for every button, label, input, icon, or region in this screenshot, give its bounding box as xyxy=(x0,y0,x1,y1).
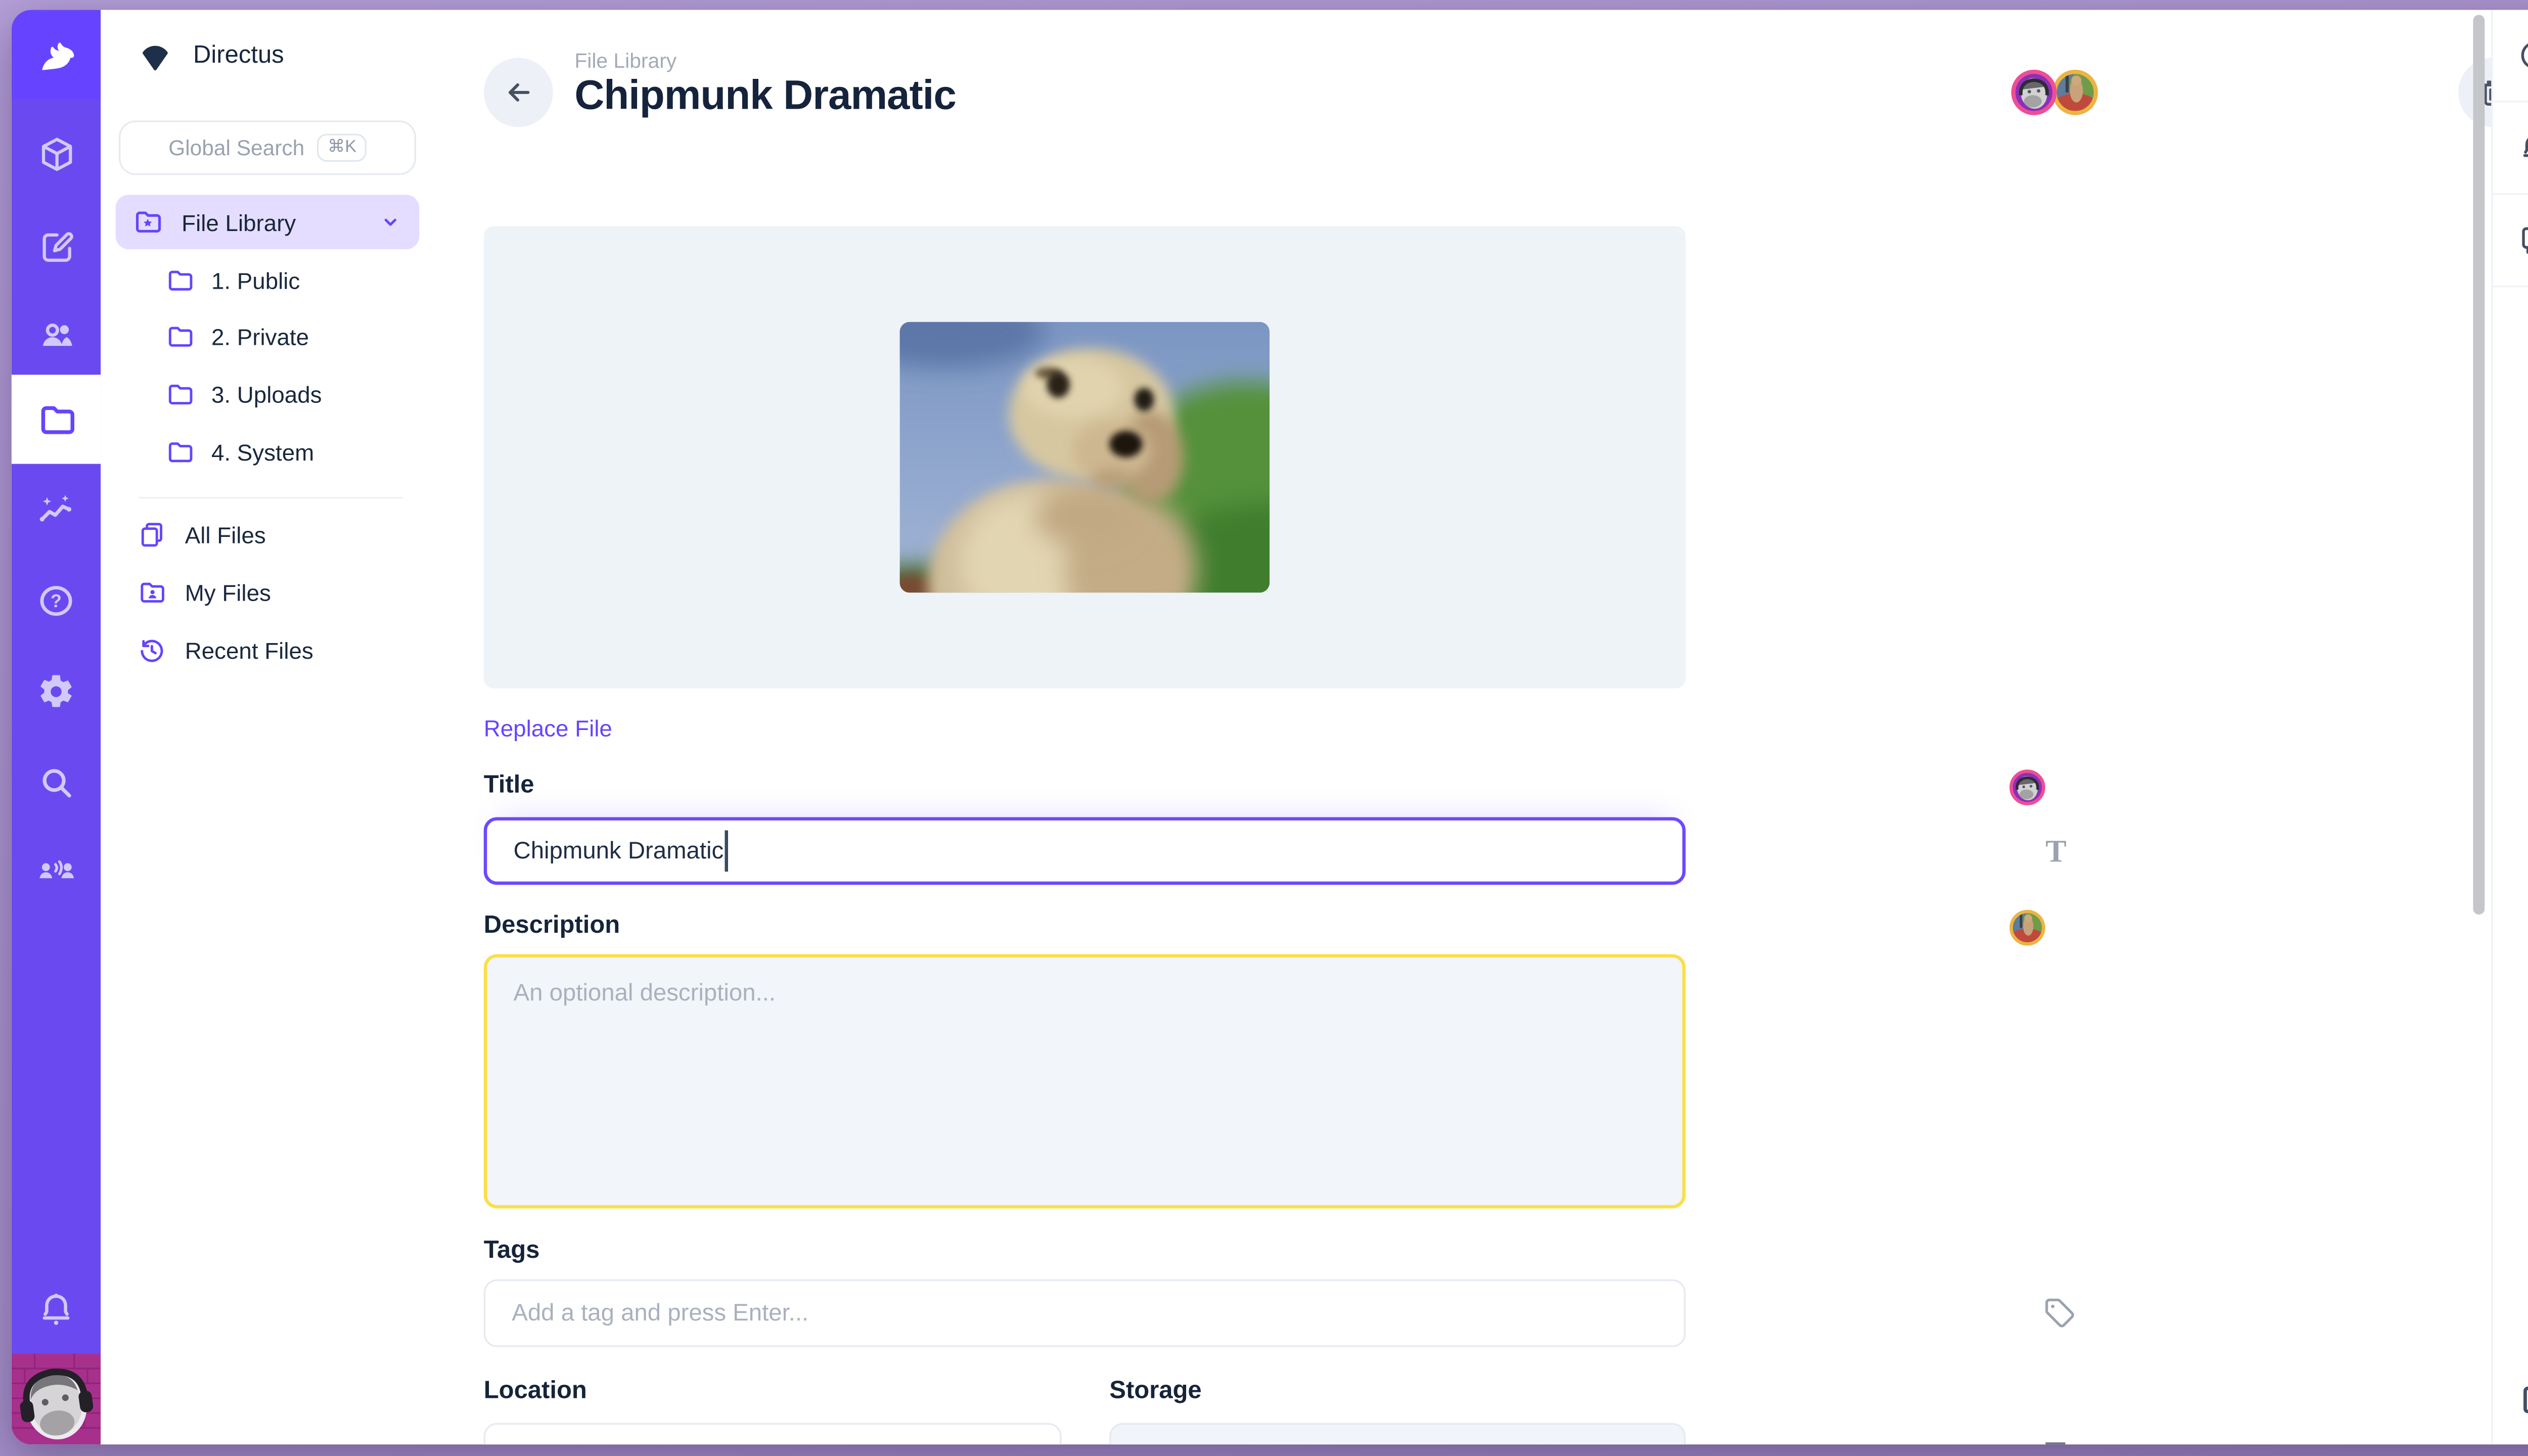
folder-star-icon xyxy=(132,206,163,238)
description-field-label: Description xyxy=(484,911,620,939)
nav-folder-public[interactable]: 1. Public xyxy=(101,253,431,309)
file-preview-panel[interactable] xyxy=(484,226,1686,688)
module-users[interactable] xyxy=(12,291,101,380)
user-avatar[interactable] xyxy=(2011,69,2057,115)
app-window: ? xyxy=(12,10,2528,1445)
location-field-label: Location xyxy=(484,1377,587,1405)
nav-folder-label: 1. Public xyxy=(211,267,300,294)
box-icon xyxy=(37,134,75,172)
nav-folder-private[interactable]: 2. Private xyxy=(101,309,431,365)
sidebar-divider xyxy=(2493,286,2528,287)
module-help[interactable]: ? xyxy=(12,556,101,645)
copy-files-icon xyxy=(137,520,167,550)
nav-link-label: Recent Files xyxy=(185,637,313,663)
nav-divider xyxy=(139,497,402,498)
clipboard-clock-icon xyxy=(2518,1381,2528,1416)
desktop: ? xyxy=(0,0,2528,1456)
module-content[interactable] xyxy=(12,109,101,198)
title-format-icon: T xyxy=(2046,835,2066,872)
folder-icon xyxy=(165,380,195,410)
storage-icon xyxy=(2041,1436,2070,1444)
user-avatar xyxy=(12,1354,101,1445)
page-title: Chipmunk Dramatic xyxy=(574,73,956,121)
nav-item-recent-files[interactable]: Recent Files xyxy=(101,622,431,678)
search-icon xyxy=(36,763,76,802)
nav-item-all-files[interactable]: All Files xyxy=(101,507,431,563)
folder-user-icon xyxy=(137,578,167,608)
fan-icon xyxy=(137,36,173,73)
folder-icon xyxy=(165,437,195,467)
text-caret xyxy=(725,830,727,872)
chipmunk-avatar xyxy=(2009,909,2046,946)
bell-icon xyxy=(36,1289,76,1329)
nav-item-file-library[interactable]: File Library xyxy=(116,195,420,249)
storage-field-label: Storage xyxy=(1109,1377,1201,1405)
back-button[interactable] xyxy=(484,58,553,127)
collaboration-icon xyxy=(35,850,78,893)
file-preview-image[interactable] xyxy=(900,322,1270,593)
project-header[interactable]: Directus xyxy=(101,26,431,82)
breadcrumb[interactable]: File Library xyxy=(574,50,676,73)
description-textarea[interactable] xyxy=(484,954,1686,1208)
help-icon: ? xyxy=(36,581,76,620)
folder-icon xyxy=(35,399,77,440)
title-input[interactable] xyxy=(484,817,1686,885)
insights-icon xyxy=(36,490,76,530)
back-arrow-icon xyxy=(502,76,535,109)
chipmunk-avatar[interactable] xyxy=(2052,69,2098,115)
storage-input xyxy=(1109,1423,1686,1444)
location-input[interactable] xyxy=(484,1423,1062,1444)
nav-folder-system[interactable]: 4. System xyxy=(101,424,431,480)
project-name: Directus xyxy=(193,40,284,69)
edit-icon xyxy=(37,227,75,265)
nav-item-label: File Library xyxy=(182,209,378,235)
rabbit-logo-icon xyxy=(31,30,81,79)
module-search[interactable] xyxy=(12,738,101,827)
module-settings[interactable] xyxy=(12,647,101,736)
chipmunk-image xyxy=(900,322,1270,593)
nav-folder-uploads[interactable]: 3. Uploads xyxy=(101,367,431,423)
notifications-button[interactable] xyxy=(2493,102,2528,191)
gear-icon xyxy=(36,672,76,711)
svg-text:?: ? xyxy=(51,590,62,611)
folder-icon xyxy=(165,322,195,352)
nav-sidebar: Directus Global Search ⌘K File Library 1… xyxy=(101,10,432,1445)
nav-link-label: My Files xyxy=(185,579,271,606)
replace-file-link[interactable]: Replace File xyxy=(484,715,612,741)
module-bar: ? xyxy=(12,10,101,1445)
module-notifications[interactable] xyxy=(12,1264,101,1353)
nav-folder-label: 4. System xyxy=(211,439,314,466)
scrollbar[interactable] xyxy=(2473,15,2484,915)
info-button[interactable] xyxy=(2493,10,2528,99)
module-files[interactable] xyxy=(12,375,101,464)
logo-button[interactable] xyxy=(12,10,101,99)
user-avatar xyxy=(2009,769,2046,806)
nav-folder-label: 2. Private xyxy=(211,324,309,350)
users-icon xyxy=(36,315,76,355)
module-editor[interactable] xyxy=(12,201,101,290)
comments-button[interactable] xyxy=(2493,195,2528,284)
module-collaboration[interactable] xyxy=(12,827,101,916)
folder-icon xyxy=(165,266,195,296)
title-field-label: Title xyxy=(484,771,534,799)
nav-folder-label: 3. Uploads xyxy=(211,381,322,407)
history-icon xyxy=(137,635,167,665)
tags-input[interactable] xyxy=(484,1280,1686,1347)
search-shortcut-badge: ⌘K xyxy=(318,133,366,162)
chevron-down-icon[interactable] xyxy=(378,210,403,235)
right-sidebar: 1 xyxy=(2491,10,2528,1445)
current-user-avatar[interactable] xyxy=(12,1354,101,1445)
comment-icon xyxy=(2518,222,2528,257)
global-search-input[interactable]: Global Search ⌘K xyxy=(119,120,416,175)
nav-item-my-files[interactable]: My Files xyxy=(101,565,431,621)
info-icon xyxy=(2518,37,2528,72)
main-content: File Library Chipmunk Dramatic xyxy=(431,10,2493,1445)
module-insights[interactable] xyxy=(12,466,101,555)
revisions-button[interactable] xyxy=(2493,1354,2528,1443)
tags-field-label: Tags xyxy=(484,1237,540,1265)
global-search-placeholder: Global Search xyxy=(168,135,304,160)
nav-link-label: All Files xyxy=(185,522,266,548)
notifications-bell-icon xyxy=(2518,129,2528,164)
tag-icon xyxy=(2042,1296,2077,1331)
